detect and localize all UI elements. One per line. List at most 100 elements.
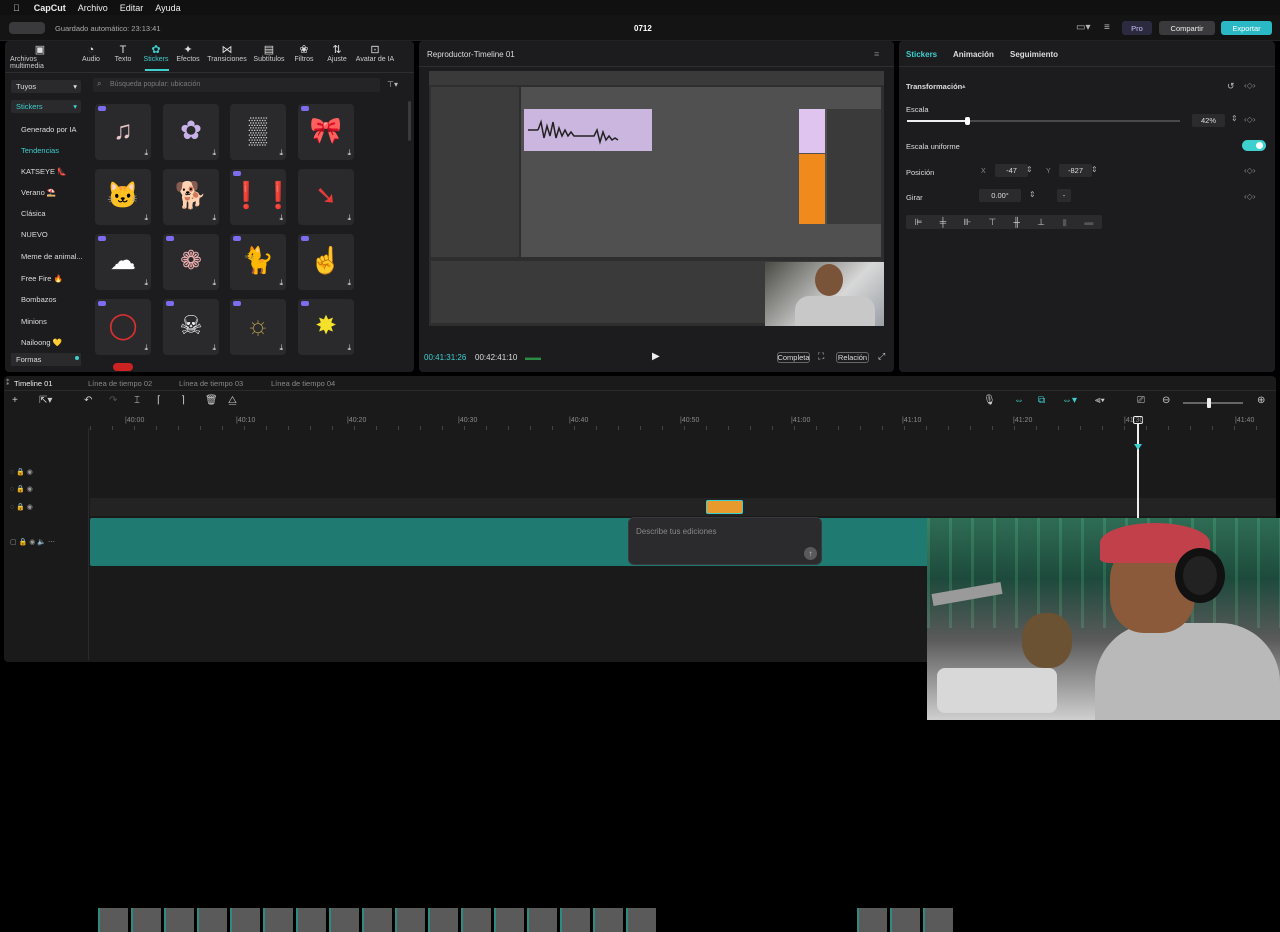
align-middle-icon[interactable]: ╫ bbox=[1013, 217, 1019, 227]
keyframe-icon[interactable]: ‹◇› bbox=[1244, 81, 1255, 90]
sticker-item[interactable]: ✸ ⤓ bbox=[298, 299, 354, 355]
sticker-item[interactable]: ✿ ⤓ bbox=[163, 104, 219, 160]
sticker-item[interactable]: 🎀 ⤓ bbox=[298, 104, 354, 160]
distribute-v-icon[interactable]: ▬ bbox=[1084, 217, 1093, 227]
lock-icon[interactable]: 🔒 bbox=[16, 486, 25, 493]
sticker-item[interactable]: ▒ ⤓ bbox=[230, 104, 286, 160]
split-icon[interactable]: ⌶ bbox=[134, 395, 140, 406]
lock-icon[interactable]: 🔒 bbox=[16, 469, 25, 476]
menu-icon[interactable]: ≡ bbox=[1104, 22, 1110, 33]
scale-input[interactable]: 42% bbox=[1192, 114, 1225, 127]
split-left-icon[interactable]: ⌈ bbox=[157, 395, 161, 406]
sticker-item[interactable]: 🐱 ⤓ bbox=[95, 169, 151, 225]
download-icon[interactable]: ⤓ bbox=[144, 278, 148, 288]
delete-icon[interactable]: 🗑 bbox=[205, 395, 218, 406]
pro-button[interactable]: Pro bbox=[1122, 21, 1152, 35]
align-left-icon[interactable]: ⊫ bbox=[915, 217, 923, 228]
download-icon[interactable]: ⤓ bbox=[347, 278, 351, 288]
uniform-scale-toggle[interactable] bbox=[1242, 140, 1266, 151]
fullscreen-icon[interactable]: ⤢ bbox=[878, 351, 885, 362]
menu-editar[interactable]: Editar bbox=[120, 3, 144, 13]
full-quality-button[interactable]: Completa bbox=[777, 352, 810, 363]
position-keyframe-icon[interactable]: ‹◇› bbox=[1244, 166, 1255, 175]
eye-icon[interactable]: ◉ bbox=[29, 539, 35, 546]
project-name[interactable]: 0712 bbox=[634, 24, 652, 33]
grid-scrollbar[interactable] bbox=[408, 101, 411, 141]
caption-icon[interactable]: ⎚ bbox=[1137, 395, 1145, 406]
category-item[interactable]: Verano ⛱️ bbox=[21, 188, 56, 197]
dropdown-tuyos[interactable]: Tuyos ▾ bbox=[11, 80, 81, 93]
lock-icon[interactable]: 🔒 bbox=[16, 504, 25, 511]
sticker-item[interactable]: ◯ ⤓ bbox=[95, 299, 151, 355]
lock-icon[interactable]: 🔒 bbox=[19, 539, 28, 546]
sticker-clip[interactable] bbox=[706, 500, 743, 514]
download-icon[interactable]: ⤓ bbox=[212, 148, 216, 158]
chevron-up-icon[interactable]: ▴ bbox=[962, 82, 966, 90]
search-box[interactable]: ⌕ Búsqueda popular: ubicación bbox=[93, 78, 380, 92]
category-item[interactable]: Minions bbox=[21, 317, 47, 326]
sticker-item[interactable]: ➘ ⤓ bbox=[298, 169, 354, 225]
edit-prompt-box[interactable]: Describe tus ediciones ↑ bbox=[628, 517, 822, 565]
category-item[interactable]: NUEVO bbox=[21, 230, 48, 239]
undo-icon[interactable]: ↶ bbox=[84, 395, 92, 406]
download-icon[interactable]: ⤓ bbox=[279, 148, 283, 158]
rotate-keyframe-icon[interactable]: ‹◇› bbox=[1244, 192, 1255, 201]
layout-icon[interactable]: ▭▾ bbox=[1076, 22, 1090, 33]
preview-axis-icon[interactable]: ⫷▾ bbox=[1095, 395, 1105, 406]
sticker-item[interactable]: ☠ ⤓ bbox=[163, 299, 219, 355]
sticker-item[interactable]: ☁ ⤓ bbox=[95, 234, 151, 290]
hide-track-icon[interactable]: ◌ bbox=[10, 469, 14, 476]
pos-x-input[interactable]: -47 bbox=[995, 164, 1028, 177]
download-icon[interactable]: ⤓ bbox=[347, 148, 351, 158]
sticker-item[interactable]: 🐈 ⤓ bbox=[230, 234, 286, 290]
tab-stickers[interactable]: Stickers bbox=[906, 50, 937, 59]
select-tool-icon[interactable]: ⇱▾ bbox=[39, 395, 52, 406]
zoom-slider-thumb[interactable] bbox=[1207, 398, 1211, 408]
timeline-tab[interactable]: Línea de tiempo 03 bbox=[179, 379, 243, 388]
more-icon[interactable]: ⋯ bbox=[48, 539, 55, 546]
crop-icon[interactable]: ⛶ bbox=[818, 351, 824, 362]
scale-slider-thumb[interactable] bbox=[965, 117, 971, 125]
send-arrow-icon[interactable]: ↑ bbox=[804, 547, 817, 560]
align-center-icon[interactable]: ╪ bbox=[940, 217, 946, 227]
share-button[interactable]: Compartir bbox=[1159, 21, 1215, 35]
eye-icon[interactable]: ◉ bbox=[27, 469, 33, 476]
download-icon[interactable]: ⤓ bbox=[347, 213, 351, 223]
category-item[interactable]: Tendencias bbox=[21, 146, 59, 155]
filter-icon[interactable]: ⊤▾ bbox=[387, 80, 398, 89]
menu-app-name[interactable]: CapCut bbox=[34, 3, 66, 13]
scale-slider[interactable] bbox=[907, 117, 1180, 125]
rotate-stepper-icon[interactable]: ⇕ bbox=[1029, 190, 1036, 199]
align-bottom-icon[interactable]: ⊥ bbox=[1037, 217, 1045, 228]
sticker-item[interactable]: ❗❗ ⤓ bbox=[230, 169, 286, 225]
download-icon[interactable]: ⤓ bbox=[144, 148, 148, 158]
apple-icon[interactable]:  bbox=[13, 3, 20, 13]
download-icon[interactable]: ⤓ bbox=[279, 343, 283, 353]
sticker-item[interactable]: 🐕 ⤓ bbox=[163, 169, 219, 225]
download-icon[interactable]: ⤓ bbox=[347, 343, 351, 353]
download-icon[interactable]: ⤓ bbox=[212, 278, 216, 288]
section-transform[interactable]: Transformación bbox=[906, 82, 962, 91]
download-icon[interactable]: ⤓ bbox=[279, 278, 283, 288]
download-icon[interactable]: ⤓ bbox=[279, 213, 283, 223]
tab-animacion[interactable]: Animación bbox=[953, 50, 994, 59]
distribute-h-icon[interactable]: ▮ bbox=[1062, 217, 1067, 228]
snap-icon[interactable]: ⇔▾ bbox=[1062, 395, 1077, 406]
player-menu-icon[interactable]: ≡ bbox=[874, 49, 879, 59]
add-icon[interactable]: + bbox=[12, 395, 18, 406]
video-preview[interactable] bbox=[429, 71, 884, 326]
sticker-item[interactable]: ☼ ⤓ bbox=[230, 299, 286, 355]
cover-icon[interactable]: ▢ bbox=[10, 539, 17, 546]
download-icon[interactable]: ⤓ bbox=[144, 343, 148, 353]
pos-y-stepper-icon[interactable]: ⇕ bbox=[1091, 165, 1098, 174]
menu-archivo[interactable]: Archivo bbox=[78, 3, 108, 13]
download-icon[interactable]: ⤓ bbox=[212, 213, 216, 223]
zoom-slider[interactable] bbox=[1183, 398, 1243, 408]
tab-seguimiento[interactable]: Seguimiento bbox=[1010, 50, 1058, 59]
timeline-tab[interactable]: Línea de tiempo 02 bbox=[88, 379, 152, 388]
zoom-out-icon[interactable]: ⊖ bbox=[1162, 395, 1170, 406]
scale-stepper-icon[interactable]: ⇕ bbox=[1231, 114, 1238, 123]
sticker-item[interactable]: ❁ ⤓ bbox=[163, 234, 219, 290]
category-item[interactable]: Meme de animal... bbox=[21, 252, 83, 261]
scale-keyframe-icon[interactable]: ‹◇› bbox=[1244, 115, 1255, 124]
